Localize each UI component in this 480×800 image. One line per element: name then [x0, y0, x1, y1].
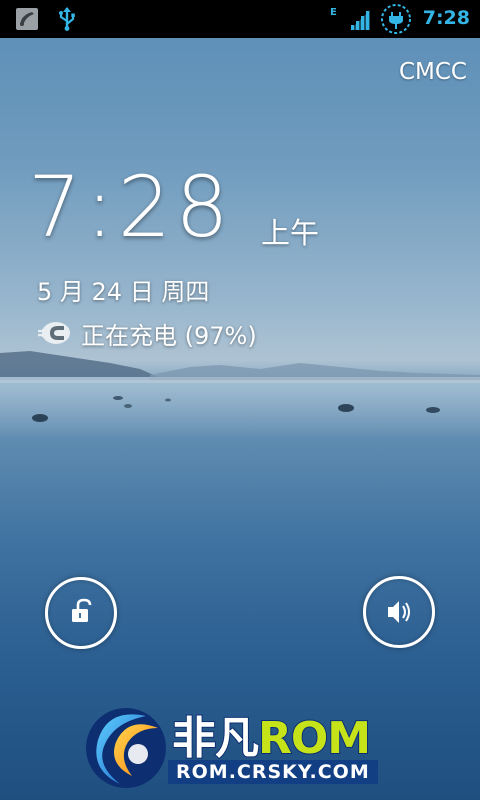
- watermark-logo: 非凡ROM ROM.CRSKY.COM: [80, 698, 410, 798]
- charging-icon: [381, 4, 411, 34]
- lockscreen-clock: 7:28: [28, 158, 233, 256]
- carrier-label: CMCC: [398, 59, 467, 85]
- unlock-icon: [72, 598, 92, 622]
- watermark-emblem: [86, 708, 166, 788]
- lockscreen-date: 5 月 24 日 周四: [37, 278, 210, 306]
- lockscreen-ampm: 上午: [261, 216, 320, 250]
- usb-icon: [59, 7, 75, 31]
- charging-status: 正在充电 (97%): [81, 322, 257, 350]
- signal-icon: [350, 10, 370, 30]
- sound-toggle-button[interactable]: [363, 576, 435, 648]
- charging-plug-icon: [38, 322, 70, 344]
- speaker-icon: [388, 601, 410, 623]
- status-bar: E 7:28: [0, 0, 480, 38]
- network-type-indicator: E: [330, 7, 337, 18]
- unlock-button[interactable]: [45, 577, 117, 649]
- watermark-title: 非凡ROM: [171, 712, 372, 765]
- status-bar-time: 7:28: [422, 7, 470, 29]
- watermark-url: ROM.CRSKY.COM: [168, 760, 378, 784]
- notification-app-icon[interactable]: [15, 7, 39, 31]
- wallpaper-rocks: [32, 396, 440, 422]
- lock-screen: E 7:28 CMCC 7:28 上午 5 月 24 日 周四 正在充电 (97…: [0, 0, 480, 800]
